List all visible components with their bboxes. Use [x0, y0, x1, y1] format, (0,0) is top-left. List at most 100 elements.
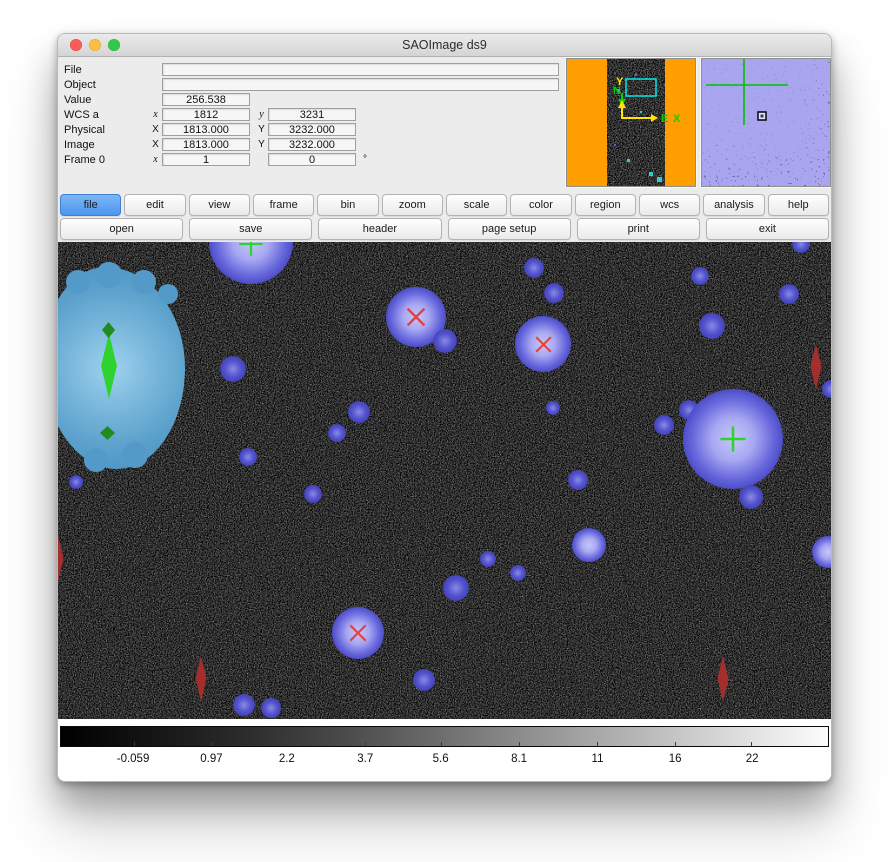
menu-row-main: fileeditviewframebinzoomscalecolorregion… [58, 194, 831, 216]
info-field[interactable]: 0 [268, 153, 356, 166]
menu-button-zoom[interactable]: zoom [382, 194, 443, 216]
red-x-marker[interactable] [533, 334, 554, 355]
info-field[interactable]: 3232.000 [268, 123, 356, 136]
colorbar-tick [441, 742, 442, 746]
star-source [544, 283, 564, 303]
colorbar-tick [675, 742, 676, 746]
image-display[interactable] [58, 242, 831, 719]
menu-button-view[interactable]: view [189, 194, 250, 216]
window-title: SAOImage ds9 [58, 34, 831, 56]
info-field[interactable]: 3231 [268, 108, 356, 121]
menu-button-frame[interactable]: frame [253, 194, 314, 216]
axis-sublabel: y [255, 109, 268, 120]
colorbar-labels: -0.0590.972.23.75.68.1111622 [60, 753, 829, 769]
blob-bump [132, 270, 156, 294]
red-x-marker[interactable] [404, 305, 428, 329]
axis-sublabel: Y [255, 124, 268, 135]
blob-bump [96, 262, 122, 288]
colorbar-tick [287, 742, 288, 746]
star-source [654, 415, 674, 435]
info-field[interactable]: 1813.000 [162, 123, 250, 136]
axis-sublabel: x [149, 154, 162, 165]
colorbar-tick [597, 742, 598, 746]
red-diamond-marker[interactable] [196, 656, 207, 702]
degree-symbol: ° [363, 154, 367, 165]
info-label: WCS a [64, 109, 149, 121]
star-source [233, 694, 255, 716]
blob-bump [66, 270, 90, 294]
info-field[interactable]: 1813.000 [162, 138, 250, 151]
star-source [568, 470, 588, 490]
star-source [572, 528, 606, 562]
info-label: Frame 0 [64, 154, 149, 166]
info-label: File [64, 64, 149, 76]
star-source [546, 401, 560, 415]
red-x-marker[interactable] [347, 622, 369, 644]
axis-sublabel: X [149, 124, 162, 135]
star-source [739, 485, 763, 509]
desktop: SAOImage ds9 FileObjectValue256.538WCS a… [0, 0, 889, 862]
info-row-physical: PhysicalX1813.000Y3232.000 [64, 122, 559, 137]
star-source [69, 475, 83, 489]
star-source [304, 485, 322, 503]
colorbar-tick [365, 742, 366, 746]
button-open[interactable]: open [60, 218, 183, 240]
colorbar-tick-label: -0.059 [117, 753, 150, 765]
button-print[interactable]: print [577, 218, 700, 240]
green-cross-marker[interactable] [238, 242, 264, 257]
red-diamond-marker[interactable] [811, 344, 822, 390]
star-source [779, 284, 799, 304]
minimize-button[interactable] [89, 39, 101, 51]
info-row-wcs-a: WCS ax1812y3231 [64, 107, 559, 122]
star-source [691, 267, 709, 285]
colorbar-tick-label: 3.7 [357, 753, 373, 765]
info-field[interactable] [162, 63, 559, 76]
menu-button-bin[interactable]: bin [317, 194, 378, 216]
star-source [822, 380, 831, 398]
red-diamond-marker[interactable] [718, 656, 729, 702]
star-source [433, 329, 457, 353]
ds9-window: SAOImage ds9 FileObjectValue256.538WCS a… [57, 33, 832, 782]
button-page-setup[interactable]: page setup [448, 218, 571, 240]
colorbar-tick [751, 742, 752, 746]
info-field[interactable]: 1 [162, 153, 250, 166]
button-header[interactable]: header [318, 218, 441, 240]
colorbar[interactable] [60, 726, 829, 747]
axis-sublabel: Y [255, 139, 268, 150]
menu-button-file[interactable]: file [60, 194, 121, 216]
panner-east-label: E [661, 113, 668, 125]
menu-button-wcs[interactable]: wcs [639, 194, 700, 216]
star-source [510, 565, 526, 581]
button-save[interactable]: save [189, 218, 312, 240]
blob-bump [158, 284, 178, 304]
magnifier[interactable] [701, 58, 831, 187]
blob-bump [84, 448, 108, 472]
star-source [348, 401, 370, 423]
blob-bump [122, 442, 148, 468]
image-overlay-layer [58, 242, 831, 719]
colorbar-panel: -0.0590.972.23.75.68.1111622 [58, 719, 831, 782]
menu-button-color[interactable]: color [510, 194, 571, 216]
menu-button-region[interactable]: region [575, 194, 636, 216]
info-field[interactable]: 1812 [162, 108, 250, 121]
menu-button-scale[interactable]: scale [446, 194, 507, 216]
menu-button-help[interactable]: help [768, 194, 829, 216]
menu-button-edit[interactable]: edit [124, 194, 185, 216]
star-source [443, 575, 469, 601]
panner-north-label: N [613, 85, 621, 97]
panner[interactable]: Y N E X [566, 58, 696, 187]
button-exit[interactable]: exit [706, 218, 829, 240]
green-cross-marker[interactable] [719, 425, 747, 453]
info-field[interactable] [162, 78, 559, 91]
star-source [812, 536, 831, 568]
close-button[interactable] [70, 39, 82, 51]
star-source [328, 424, 346, 442]
star-source [699, 313, 725, 339]
zoom-button[interactable] [108, 39, 120, 51]
info-field[interactable]: 256.538 [162, 93, 250, 106]
menu-button-analysis[interactable]: analysis [703, 194, 764, 216]
info-field[interactable]: 3232.000 [268, 138, 356, 151]
info-row-file: File [64, 62, 559, 77]
titlebar[interactable]: SAOImage ds9 [58, 34, 831, 57]
red-diamond-marker[interactable] [58, 536, 64, 582]
